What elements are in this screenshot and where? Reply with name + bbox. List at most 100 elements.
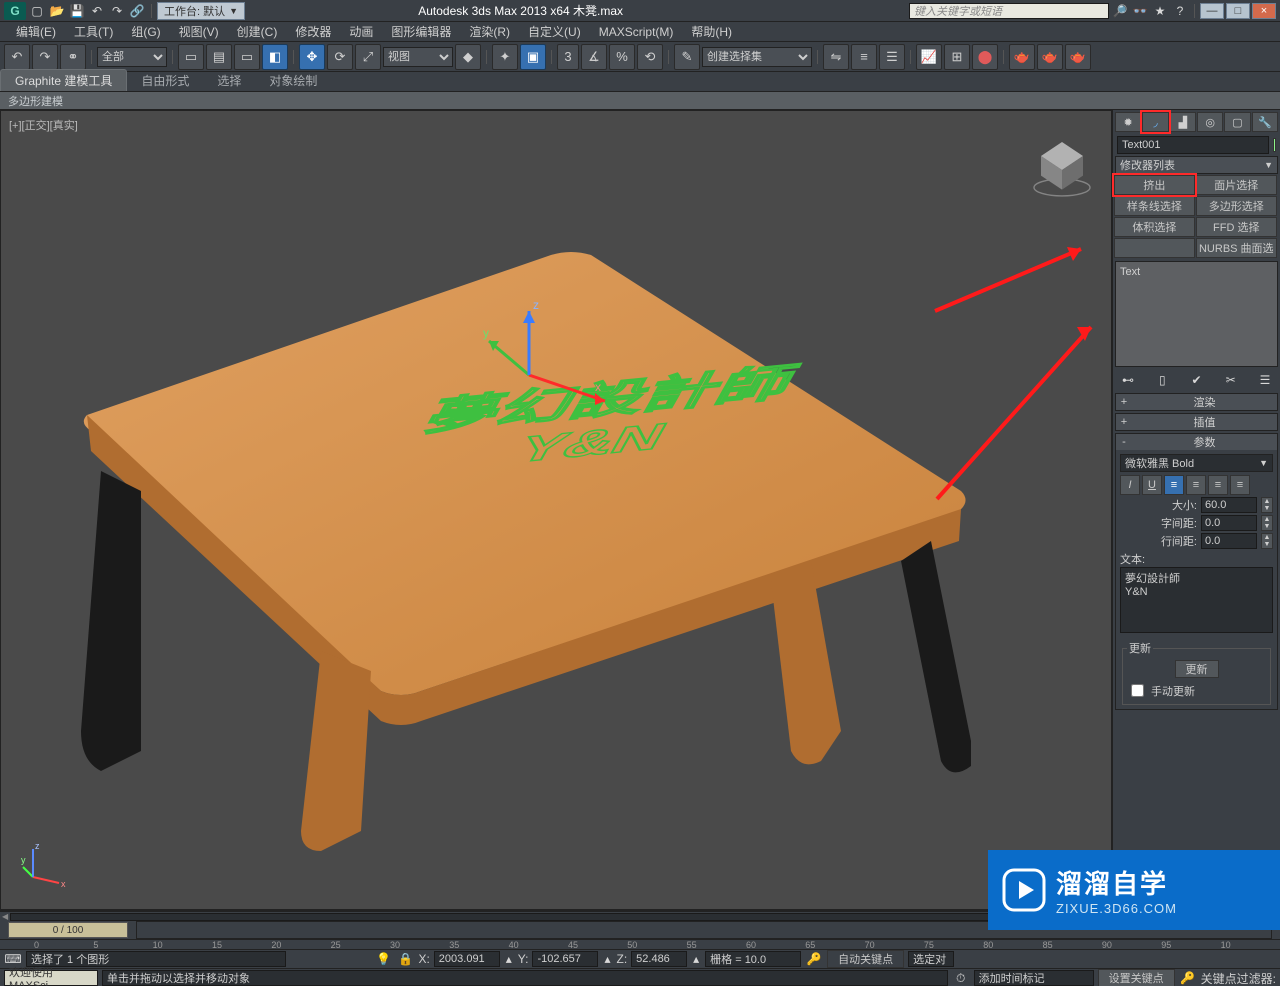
- hierarchy-tab[interactable]: ▟: [1170, 112, 1196, 132]
- show-end-icon[interactable]: ▯: [1153, 371, 1171, 389]
- ribbon-graphite[interactable]: Graphite 建模工具: [0, 69, 127, 91]
- vol-select-button[interactable]: 体积选择: [1114, 217, 1195, 237]
- align-right-button[interactable]: ≡: [1208, 475, 1228, 495]
- menu-modifiers[interactable]: 修改器: [287, 22, 339, 41]
- menu-help[interactable]: 帮助(H): [683, 22, 740, 41]
- spline-select-button[interactable]: 样条线选择: [1114, 196, 1195, 216]
- manual-update-check[interactable]: 手动更新: [1127, 681, 1266, 700]
- z-value[interactable]: 52.486: [631, 951, 687, 967]
- patch-select-button[interactable]: 面片选择: [1196, 175, 1277, 195]
- ref-coord[interactable]: 视图: [383, 47, 453, 67]
- object-name-input[interactable]: [1117, 136, 1269, 154]
- menu-views[interactable]: 视图(V): [171, 22, 227, 41]
- maximize-button[interactable]: □: [1226, 3, 1250, 19]
- select-object[interactable]: ▭: [178, 44, 204, 70]
- rendered-frame[interactable]: 🫖: [1037, 44, 1063, 70]
- menu-maxscript[interactable]: MAXScript(M): [591, 24, 682, 40]
- y-value[interactable]: -102.657: [532, 951, 598, 967]
- font-dropdown[interactable]: 微软雅黑 Bold ▼: [1120, 454, 1273, 472]
- kerning-updown[interactable]: ▲▼: [1261, 515, 1273, 531]
- manip-button[interactable]: ✦: [492, 44, 518, 70]
- angle-snap[interactable]: ∡: [581, 44, 607, 70]
- add-time-tag[interactable]: 添加时间标记: [974, 970, 1094, 986]
- new-icon[interactable]: ▢: [28, 2, 46, 20]
- pin-stack-icon[interactable]: ⊷: [1119, 371, 1137, 389]
- time-config-icon[interactable]: ⏱: [952, 969, 970, 986]
- snap3[interactable]: 3: [557, 44, 579, 70]
- close-button[interactable]: ×: [1252, 3, 1276, 19]
- sel-dependent[interactable]: 选定对: [908, 951, 954, 967]
- text-input[interactable]: [1120, 567, 1273, 633]
- search-box[interactable]: 键入关键字或短语: [909, 3, 1109, 19]
- config-icon[interactable]: ☰: [1256, 371, 1274, 389]
- ribbon-paint[interactable]: 对象绘制: [255, 70, 331, 91]
- undo-button[interactable]: ↶: [4, 44, 30, 70]
- selection-filter[interactable]: 全部: [97, 47, 167, 67]
- layer-button[interactable]: ☰: [879, 44, 905, 70]
- binoculars-icon[interactable]: 👓: [1131, 2, 1149, 20]
- remove-mod-icon[interactable]: ✂: [1222, 371, 1240, 389]
- menu-group[interactable]: 组(G): [123, 22, 168, 41]
- mirror-button[interactable]: ⇋: [823, 44, 849, 70]
- lock-icon[interactable]: 🔒: [396, 950, 414, 968]
- material-editor[interactable]: ⬤: [972, 44, 998, 70]
- utilities-tab[interactable]: 🔧: [1252, 112, 1278, 132]
- stack-entry-text[interactable]: Text: [1120, 266, 1273, 278]
- unique-icon[interactable]: ✔: [1188, 371, 1206, 389]
- extrude-button[interactable]: 挤出: [1114, 175, 1195, 195]
- schematic-view[interactable]: ⊞: [944, 44, 970, 70]
- create-tab[interactable]: ✹: [1115, 112, 1141, 132]
- select-name[interactable]: ▤: [206, 44, 232, 70]
- menu-custom[interactable]: 自定义(U): [520, 22, 589, 41]
- curve-editor[interactable]: 📈: [916, 44, 942, 70]
- object-color-swatch[interactable]: [1273, 138, 1276, 152]
- percent-snap[interactable]: %: [609, 44, 635, 70]
- window-crossing[interactable]: ◧: [262, 44, 288, 70]
- align-left-button[interactable]: ≡: [1164, 475, 1184, 495]
- ribbon-sub[interactable]: 多边形建模: [0, 92, 1280, 110]
- align-center-button[interactable]: ≡: [1186, 475, 1206, 495]
- leading-input[interactable]: [1201, 533, 1257, 549]
- spinner-snap[interactable]: ⟲: [637, 44, 663, 70]
- menu-create[interactable]: 创建(C): [229, 22, 286, 41]
- help-icon[interactable]: ?: [1171, 2, 1189, 20]
- save-icon[interactable]: 💾: [68, 2, 86, 20]
- display-tab[interactable]: ▢: [1224, 112, 1250, 132]
- move-button[interactable]: ✥: [299, 44, 325, 70]
- link-button[interactable]: ⚭: [60, 44, 86, 70]
- scale-button[interactable]: ⤢: [355, 44, 381, 70]
- blank-button[interactable]: [1114, 238, 1195, 258]
- motion-tab[interactable]: ◎: [1197, 112, 1223, 132]
- search-icon[interactable]: 🔎: [1111, 2, 1129, 20]
- autokey-button[interactable]: 自动关键点: [827, 950, 904, 968]
- minimize-button[interactable]: —: [1200, 3, 1224, 19]
- frame-indicator[interactable]: 0 / 100: [8, 922, 128, 938]
- workspace-dropdown[interactable]: 工作台: 默认 ▼: [157, 2, 245, 20]
- track-bar[interactable]: 0510152025303540455055606570758085909510: [0, 940, 1280, 950]
- underline-button[interactable]: U: [1142, 475, 1162, 495]
- redo-icon[interactable]: ↷: [108, 2, 126, 20]
- render-prod[interactable]: 🫖: [1065, 44, 1091, 70]
- fav-icon[interactable]: ★: [1151, 2, 1169, 20]
- open-icon[interactable]: 📂: [48, 2, 66, 20]
- setkey-button[interactable]: 设置关键点: [1098, 969, 1175, 986]
- size-input[interactable]: [1201, 497, 1257, 513]
- redo-button[interactable]: ↷: [32, 44, 58, 70]
- snap-toggle[interactable]: ▣: [520, 44, 546, 70]
- italic-button[interactable]: I: [1120, 475, 1140, 495]
- ffd-select-button[interactable]: FFD 选择: [1196, 217, 1277, 237]
- key-filters-icon[interactable]: 🔑: [1179, 969, 1197, 986]
- nurbs-button[interactable]: NURBS 曲面选: [1196, 238, 1277, 258]
- poly-select-button[interactable]: 多边形选择: [1196, 196, 1277, 216]
- link-icon[interactable]: 🔗: [128, 2, 146, 20]
- hscroll-left[interactable]: ◀: [0, 912, 10, 921]
- render-setup[interactable]: 🫖: [1009, 44, 1035, 70]
- menu-render[interactable]: 渲染(R): [461, 22, 518, 41]
- leading-updown[interactable]: ▲▼: [1261, 533, 1273, 549]
- kerning-input[interactable]: [1201, 515, 1257, 531]
- align-justify-button[interactable]: ≡: [1230, 475, 1250, 495]
- select-rect[interactable]: ▭: [234, 44, 260, 70]
- rotate-button[interactable]: ⟳: [327, 44, 353, 70]
- menu-edit[interactable]: 编辑(E): [8, 22, 64, 41]
- ribbon-select[interactable]: 选择: [203, 70, 255, 91]
